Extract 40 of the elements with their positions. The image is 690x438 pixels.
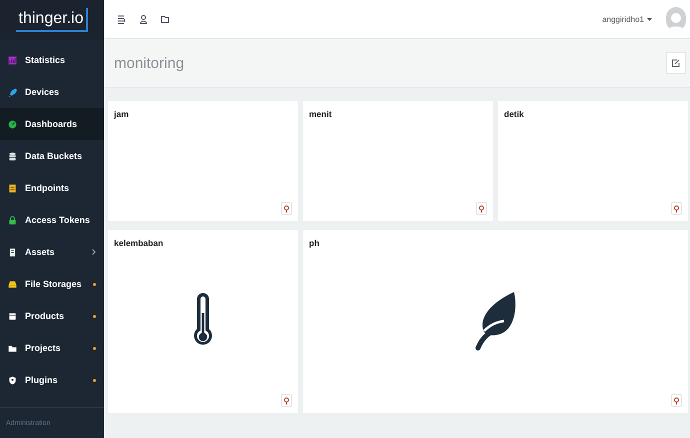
marker-button[interactable]: [671, 202, 682, 215]
sidebar-item[interactable]: Data Buckets: [0, 140, 104, 172]
widget-title: ph: [309, 238, 320, 248]
widget-title: detik: [504, 109, 524, 119]
sidebar-item[interactable]: Statistics: [0, 44, 104, 76]
sidebar-item[interactable]: Plugins: [0, 364, 104, 396]
widget-title: jam: [114, 109, 129, 119]
dot-icon: [93, 282, 96, 286]
sidebar-item[interactable]: Products: [0, 300, 104, 332]
sidebar-item[interactable]: Assets: [0, 236, 104, 268]
dashboard-title: monitoring: [114, 54, 186, 72]
marker-button[interactable]: [281, 394, 292, 407]
user-menu[interactable]: anggiridho1: [602, 14, 652, 24]
widget-title: menit: [309, 109, 332, 119]
sidebar-item[interactable]: Access Tokens: [0, 204, 104, 236]
dot-icon: [93, 346, 96, 350]
marker-icon: [674, 204, 679, 212]
edit-icon: [672, 59, 680, 67]
dot-icon: [93, 314, 96, 318]
marker-button[interactable]: [671, 394, 682, 407]
dot-icon: [93, 378, 96, 382]
marker-icon: [479, 204, 484, 212]
sidebar-item[interactable]: Dashboards: [0, 108, 104, 140]
sidebar-item[interactable]: Endpoints: [0, 172, 104, 204]
leaf-icon: [474, 291, 518, 351]
sidebar-item[interactable]: Devices: [0, 76, 104, 108]
edit-button[interactable]: [666, 52, 686, 74]
sidebar-item[interactable]: File Storages: [0, 268, 104, 300]
sidebar-item[interactable]: Projects: [0, 332, 104, 364]
chevron-icon: [92, 249, 96, 255]
marker-icon: [284, 396, 289, 404]
folder-icon[interactable]: [161, 16, 169, 22]
marker-button[interactable]: [476, 202, 487, 215]
marker-icon: [674, 396, 679, 404]
widget-title: kelembaban: [114, 238, 164, 248]
list-icon[interactable]: [118, 14, 126, 24]
user-icon[interactable]: [140, 14, 147, 24]
marker-icon: [284, 204, 289, 212]
caret-icon: [647, 18, 652, 20]
marker-button[interactable]: [281, 202, 292, 215]
